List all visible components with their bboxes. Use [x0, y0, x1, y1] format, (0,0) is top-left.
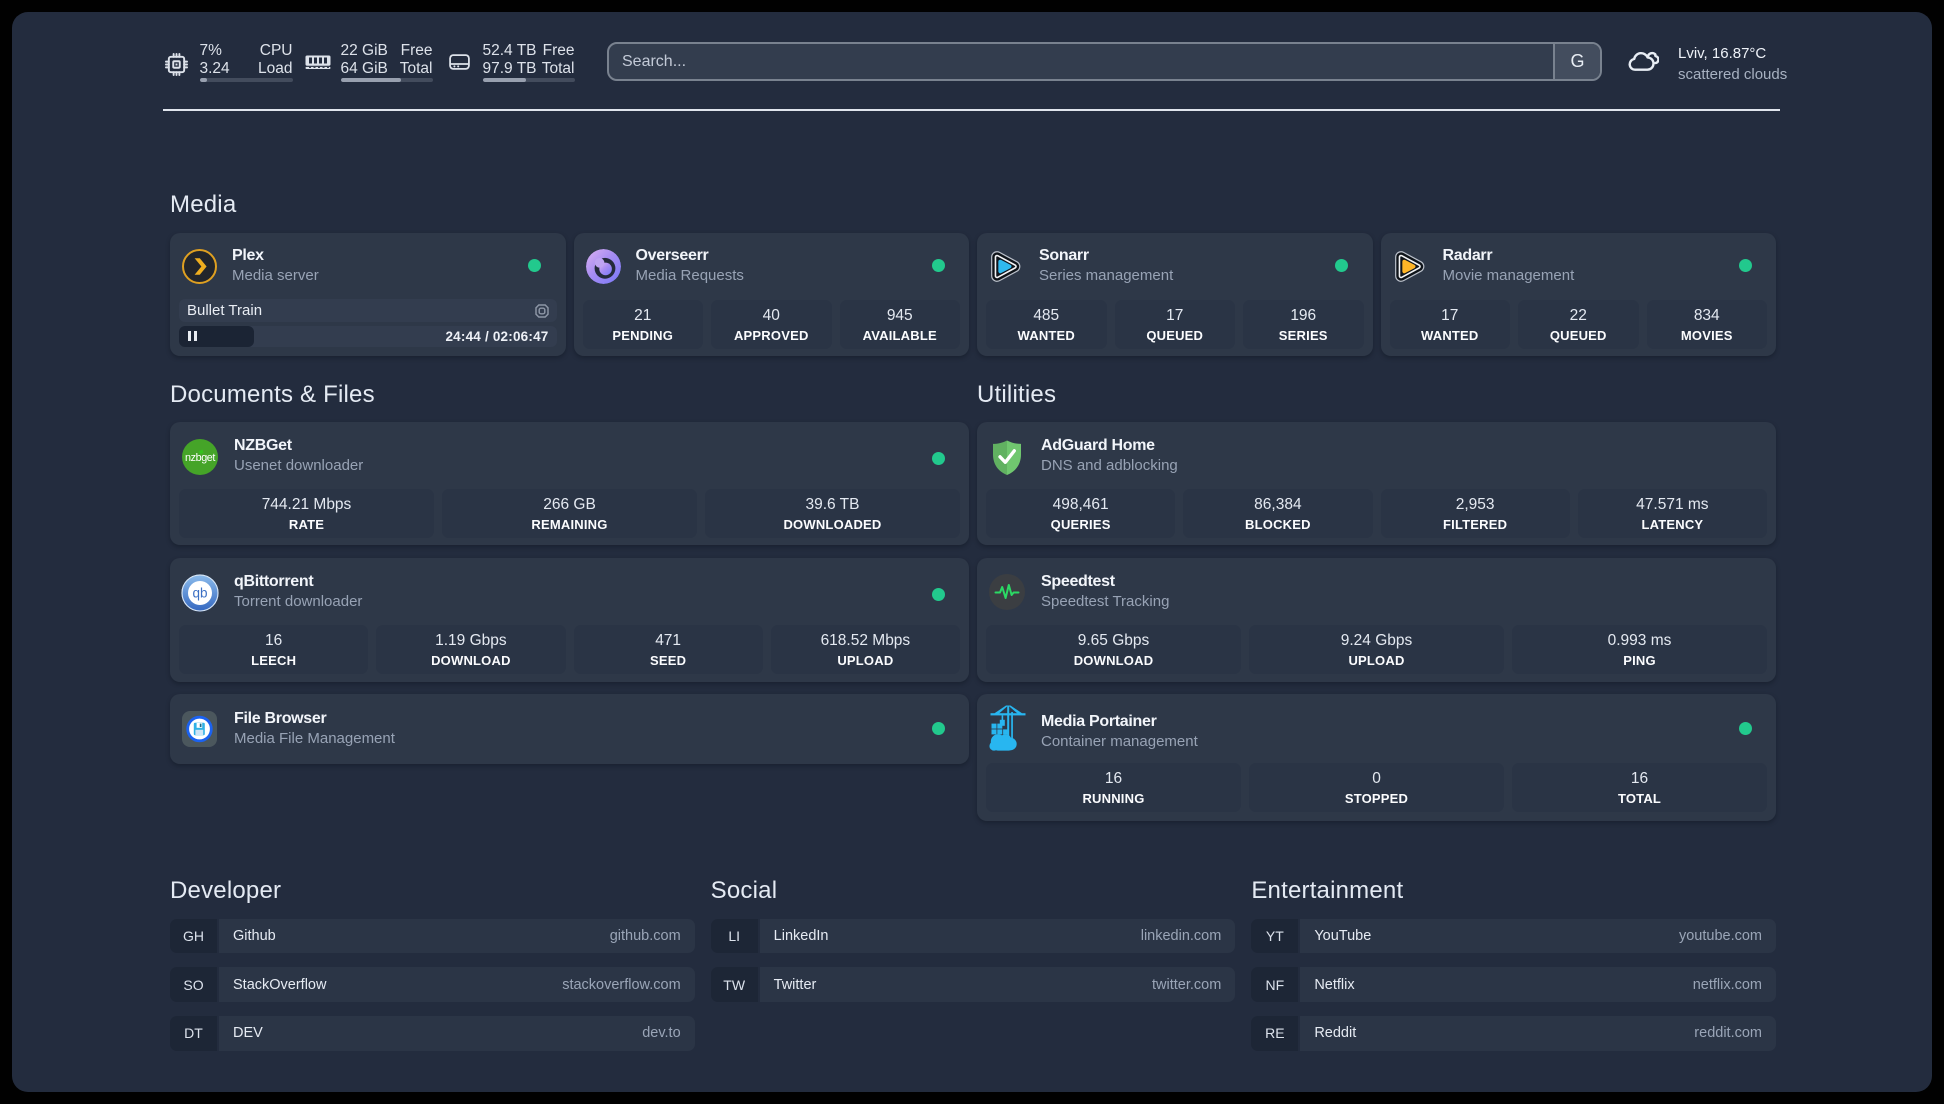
svg-text:qb: qb: [192, 585, 207, 600]
svg-text:nzbget: nzbget: [185, 452, 215, 464]
